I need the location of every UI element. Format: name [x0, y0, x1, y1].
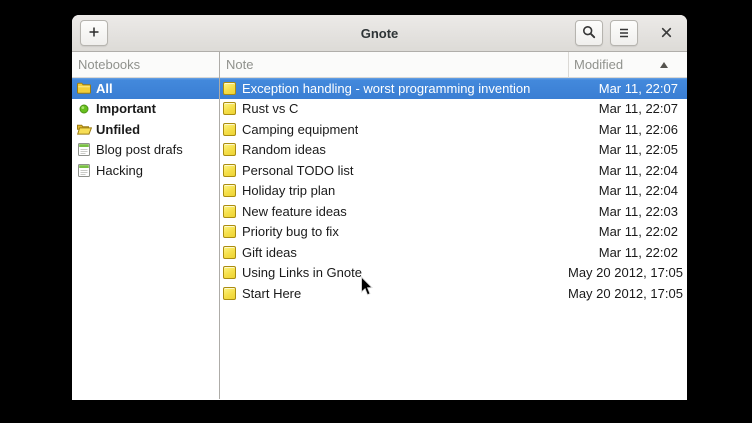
- note-icon: [223, 287, 236, 300]
- note-modified: Mar 11, 22:07: [568, 101, 687, 116]
- search-button[interactable]: [575, 20, 603, 46]
- note-modified: Mar 11, 22:04: [568, 163, 687, 178]
- note-icon: [223, 164, 236, 177]
- note-title: Rust vs C: [242, 101, 298, 116]
- note-row[interactable]: Rust vs C Mar 11, 22:07: [220, 99, 687, 120]
- note-modified: May 20 2012, 17:05: [568, 286, 687, 301]
- note-icon: [223, 143, 236, 156]
- note-title: New feature ideas: [242, 204, 347, 219]
- note-icon: [223, 246, 236, 259]
- sort-ascending-icon: [660, 62, 668, 68]
- notes-pane: Note Modified Exception handling - worst…: [220, 52, 687, 399]
- sidebar-item-label: Hacking: [96, 163, 143, 178]
- note-modified: Mar 11, 22:05: [568, 142, 687, 157]
- note-modified: Mar 11, 22:07: [568, 81, 687, 96]
- note-row[interactable]: Random ideas Mar 11, 22:05: [220, 140, 687, 161]
- open-folder-icon: [76, 123, 92, 135]
- sidebar-item-all[interactable]: All: [72, 78, 219, 99]
- sidebar-item-label: All: [96, 81, 113, 96]
- note-modified: May 20 2012, 17:05: [568, 265, 687, 280]
- note-modified: Mar 11, 22:02: [568, 245, 687, 260]
- note-icon: [223, 225, 236, 238]
- notebooks-column-header[interactable]: Notebooks: [72, 52, 219, 78]
- note-row[interactable]: Exception handling - worst programming i…: [220, 78, 687, 99]
- notepad-icon: [76, 143, 92, 156]
- modified-column-header[interactable]: Modified: [568, 52, 687, 77]
- note-row[interactable]: Gift ideas Mar 11, 22:02: [220, 242, 687, 263]
- sidebar-item-important[interactable]: Important: [72, 99, 219, 120]
- note-title: Exception handling - worst programming i…: [242, 81, 530, 96]
- notebooks-header-label: Notebooks: [72, 57, 140, 72]
- note-title: Camping equipment: [242, 122, 358, 137]
- note-row[interactable]: Holiday trip plan Mar 11, 22:04: [220, 181, 687, 202]
- note-title: Priority bug to fix: [242, 224, 339, 239]
- note-row[interactable]: Camping equipment Mar 11, 22:06: [220, 119, 687, 140]
- note-title: Personal TODO list: [242, 163, 354, 178]
- sidebar-item-label: Blog post drafs: [96, 142, 183, 157]
- note-icon: [223, 205, 236, 218]
- note-title: Using Links in Gnote: [242, 265, 362, 280]
- note-icon: [223, 184, 236, 197]
- sidebar-item-label: Important: [96, 101, 156, 116]
- folder-icon: [76, 82, 92, 94]
- sidebar-item-label: Unfiled: [96, 122, 140, 137]
- note-modified: Mar 11, 22:03: [568, 204, 687, 219]
- note-column-header[interactable]: Note: [220, 57, 568, 72]
- plus-icon: [88, 26, 100, 41]
- note-row[interactable]: Start Here May 20 2012, 17:05: [220, 283, 687, 304]
- gnote-window: Gnote Notebooks: [72, 15, 687, 400]
- note-row[interactable]: Priority bug to fix Mar 11, 22:02: [220, 222, 687, 243]
- note-icon: [223, 102, 236, 115]
- headerbar: Gnote: [72, 15, 687, 52]
- note-title: Gift ideas: [242, 245, 297, 260]
- sidebar-item-unfiled[interactable]: Unfiled: [72, 119, 219, 140]
- hamburger-icon: [618, 26, 630, 41]
- note-modified: Mar 11, 22:06: [568, 122, 687, 137]
- notebooks-pane: Notebooks All Important Unfiled: [72, 52, 220, 399]
- note-row[interactable]: New feature ideas Mar 11, 22:03: [220, 201, 687, 222]
- note-modified: Mar 11, 22:02: [568, 224, 687, 239]
- note-row[interactable]: Using Links in Gnote May 20 2012, 17:05: [220, 263, 687, 284]
- note-title: Random ideas: [242, 142, 326, 157]
- note-title: Start Here: [242, 286, 301, 301]
- notepad-icon: [76, 164, 92, 177]
- close-x-icon: [661, 26, 672, 41]
- close-button[interactable]: [653, 20, 679, 46]
- green-dot-icon: [76, 104, 92, 114]
- note-title: Holiday trip plan: [242, 183, 335, 198]
- sidebar-item-hacking[interactable]: Hacking: [72, 160, 219, 181]
- sidebar-item-blog-post-drafs[interactable]: Blog post drafs: [72, 140, 219, 161]
- note-icon: [223, 82, 236, 95]
- note-icon: [223, 123, 236, 136]
- note-modified: Mar 11, 22:04: [568, 183, 687, 198]
- note-icon: [223, 266, 236, 279]
- menu-button[interactable]: [610, 20, 638, 46]
- search-icon: [582, 25, 596, 42]
- note-row[interactable]: Personal TODO list Mar 11, 22:04: [220, 160, 687, 181]
- new-note-button[interactable]: [80, 20, 108, 46]
